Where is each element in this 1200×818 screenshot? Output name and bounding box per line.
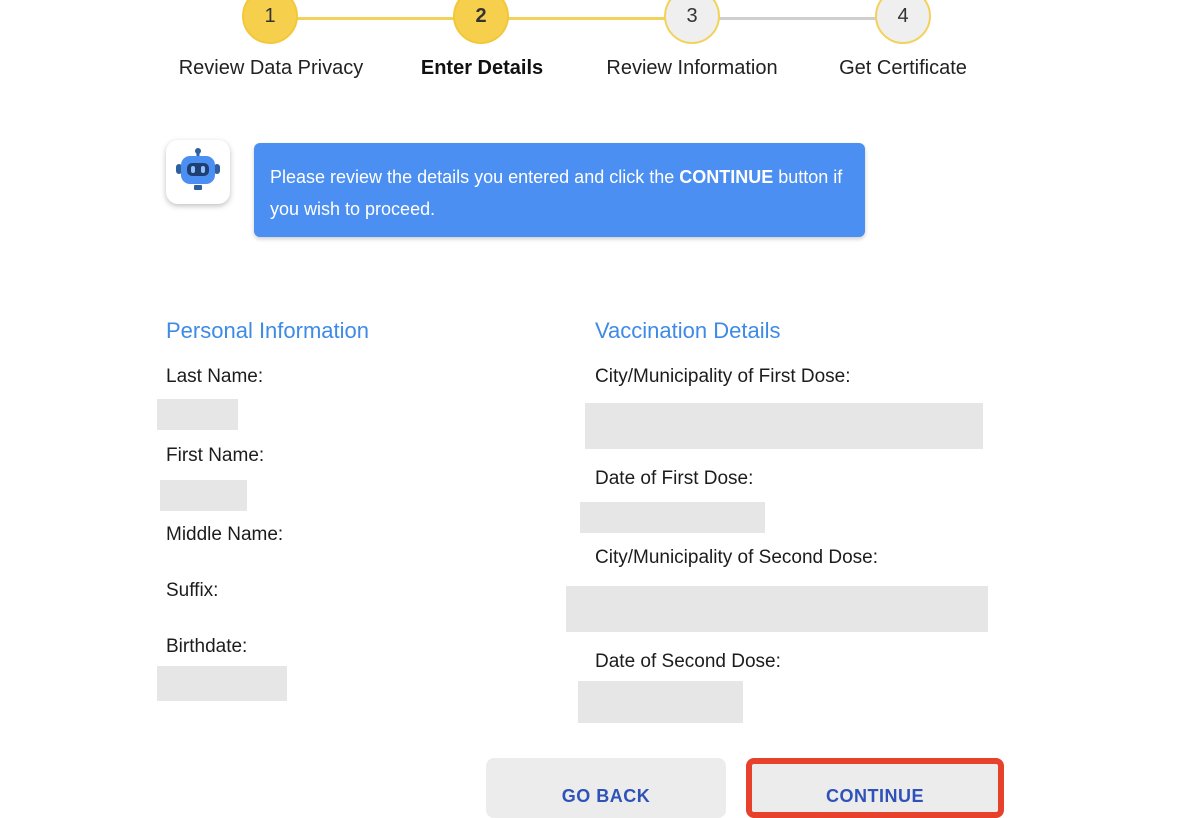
continue-button[interactable]: CONTINUE: [746, 758, 1004, 818]
assistant-message: Please review the details you entered an…: [254, 143, 865, 237]
last-name-value: [157, 399, 238, 430]
step-4-number: 4: [897, 4, 909, 27]
step-2-label: Enter Details: [420, 57, 544, 79]
first-dose-date-label: Date of First Dose:: [595, 468, 754, 489]
assistant-avatar: [166, 140, 230, 204]
first-dose-city-label: City/Municipality of First Dose:: [595, 366, 851, 387]
vaccination-details-title: Vaccination Details: [595, 318, 781, 343]
birthdate-value: [157, 666, 287, 701]
first-dose-city-value: [585, 403, 983, 449]
personal-info-title: Personal Information: [166, 318, 369, 343]
middle-name-label: Middle Name:: [166, 524, 284, 545]
step-2-circle: 2: [453, 0, 509, 44]
step-2-number: 2: [475, 4, 487, 27]
step-3-circle: 3: [664, 0, 720, 44]
step-1-label: Review Data Privacy: [178, 57, 364, 79]
assistant-message-keyword: CONTINUE: [679, 167, 774, 187]
first-name-label: First Name:: [166, 445, 265, 466]
step-3-label: Review Information: [606, 57, 778, 79]
step-4-circle: 4: [875, 0, 931, 44]
assistant-message-text: Please review the details you entered an…: [270, 167, 680, 187]
first-dose-date-value: [580, 502, 765, 533]
step-1-circle: 1: [242, 0, 298, 44]
go-back-button[interactable]: GO BACK: [486, 758, 726, 818]
second-dose-date-label: Date of Second Dose:: [595, 651, 781, 672]
birthdate-label: Birthdate:: [166, 636, 248, 657]
step-3-number: 3: [686, 4, 698, 27]
step-connector-3-4: [692, 17, 902, 20]
step-connector-1-2: [270, 17, 482, 20]
second-dose-date-value: [578, 681, 743, 723]
first-name-value: [160, 480, 247, 511]
suffix-label: Suffix:: [166, 580, 219, 601]
step-connector-2-3: [482, 17, 692, 20]
robot-icon: [173, 147, 223, 198]
last-name-label: Last Name:: [166, 366, 264, 387]
go-back-button-label: GO BACK: [561, 786, 651, 806]
step-4-label: Get Certificate: [839, 57, 967, 79]
step-1-number: 1: [264, 4, 276, 27]
second-dose-city-label: City/Municipality of Second Dose:: [595, 547, 879, 568]
second-dose-city-value: [566, 586, 988, 632]
continue-button-label: CONTINUE: [826, 786, 924, 806]
